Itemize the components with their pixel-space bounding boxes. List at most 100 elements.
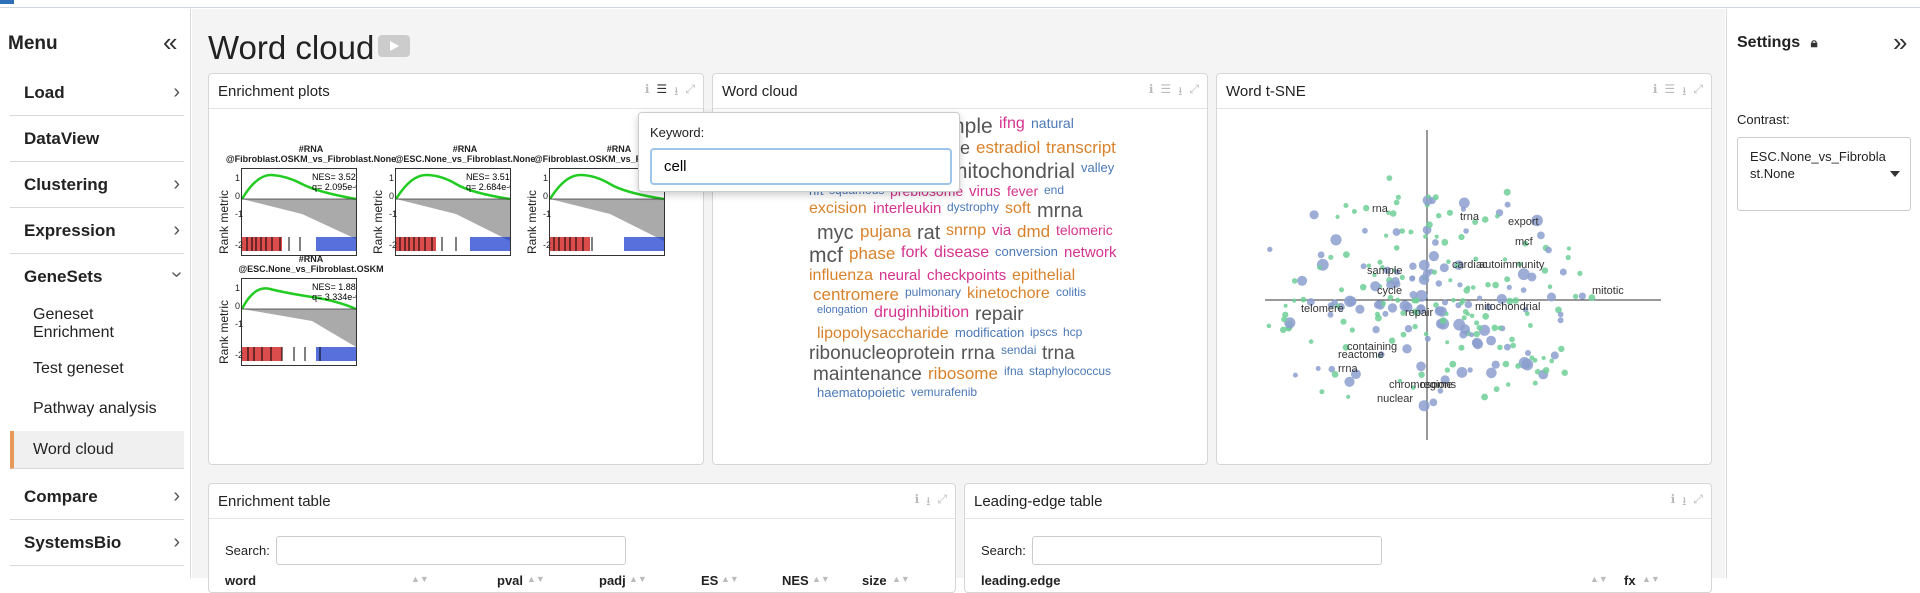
sort-icon[interactable]: ▲▼: [629, 574, 647, 584]
download-icon[interactable]: ⭳: [1178, 82, 1182, 103]
info-icon[interactable]: ℹ: [1653, 82, 1658, 103]
cloud-word[interactable]: vemurafenib: [911, 386, 977, 398]
column-header-padj[interactable]: padj: [599, 573, 626, 588]
sidebar-item-load[interactable]: Load ›: [10, 70, 184, 116]
download-icon[interactable]: ⭳: [674, 82, 678, 103]
cloud-word[interactable]: dystrophy: [947, 201, 999, 213]
cloud-word[interactable]: trna: [1042, 344, 1075, 363]
cloud-word[interactable]: centromere: [813, 286, 899, 303]
expand-icon[interactable]: ⤢: [685, 82, 695, 103]
column-header-word[interactable]: word: [225, 573, 256, 588]
sort-icon[interactable]: ▲▼: [892, 574, 910, 584]
cloud-word[interactable]: interleukin: [873, 201, 941, 216]
cloud-word[interactable]: transcript: [1046, 139, 1116, 156]
expand-icon[interactable]: ⤢: [1189, 82, 1199, 103]
info-icon[interactable]: ℹ: [915, 492, 920, 513]
expand-icon[interactable]: ⤢: [1693, 492, 1703, 513]
cloud-word[interactable]: myc: [817, 223, 854, 243]
download-icon[interactable]: ⭳: [1682, 492, 1686, 513]
collapse-settings-icon[interactable]: »: [1893, 27, 1907, 58]
sort-icon[interactable]: ▲▼: [1590, 574, 1608, 584]
sort-icon[interactable]: ▲▼: [1642, 574, 1660, 584]
cloud-word[interactable]: druginhibition: [874, 305, 969, 321]
cloud-word[interactable]: fork: [901, 245, 928, 261]
expand-icon[interactable]: ⤢: [1693, 82, 1703, 103]
cloud-word[interactable]: repair: [975, 305, 1024, 324]
menu-icon[interactable]: ☰: [1664, 82, 1675, 103]
cloud-word[interactable]: pujana: [860, 223, 911, 240]
sort-icon[interactable]: ▲▼: [721, 574, 739, 584]
info-icon[interactable]: ℹ: [1671, 492, 1676, 513]
cloud-word[interactable]: staphylococcus: [1029, 365, 1111, 377]
cloud-word[interactable]: ribosome: [928, 365, 998, 382]
cloud-word[interactable]: excision: [809, 201, 867, 217]
cloud-word[interactable]: phase: [849, 245, 895, 262]
keyword-input[interactable]: [650, 148, 952, 185]
cloud-word[interactable]: ribonucleoprotein: [809, 344, 955, 363]
cloud-word[interactable]: elongation: [817, 305, 868, 316]
cloud-word[interactable]: end: [1044, 184, 1064, 196]
contrast-select[interactable]: ESC.None_vs_Fibroblast.None: [1737, 137, 1911, 211]
leading-edge-search-input[interactable]: [1032, 536, 1382, 565]
info-icon[interactable]: ℹ: [645, 82, 650, 103]
sidebar-item-dataview[interactable]: DataView: [10, 116, 184, 162]
cloud-word[interactable]: checkpoints: [927, 268, 1006, 283]
cloud-word[interactable]: haematopoietic: [817, 386, 905, 399]
cloud-word[interactable]: mcf: [809, 245, 843, 266]
menu-icon[interactable]: ☰: [656, 82, 667, 103]
cloud-word[interactable]: maintenance: [813, 365, 922, 384]
cloud-word[interactable]: natural: [1031, 116, 1074, 130]
cloud-word[interactable]: mitochondrial: [950, 161, 1075, 182]
sidebar-item-clustering[interactable]: Clustering ›: [10, 162, 184, 208]
cloud-word[interactable]: colitis: [1056, 286, 1086, 298]
cloud-word[interactable]: mrna: [1037, 201, 1083, 221]
play-tour-button[interactable]: [378, 35, 410, 57]
cloud-word[interactable]: influenza: [809, 268, 873, 284]
cloud-word[interactable]: telomeric: [1056, 223, 1113, 237]
cloud-word[interactable]: estradiol: [976, 139, 1040, 156]
sidebar-item-compare[interactable]: Compare ›: [10, 474, 184, 520]
info-icon[interactable]: ℹ: [1149, 82, 1154, 103]
download-icon[interactable]: ⭳: [1682, 82, 1686, 103]
cloud-word[interactable]: ifna: [1004, 365, 1023, 377]
cloud-word[interactable]: via: [992, 223, 1011, 238]
cloud-word[interactable]: hcp: [1063, 326, 1082, 338]
sidebar-item-genesets[interactable]: GeneSets ›: [10, 254, 188, 300]
cloud-word[interactable]: fever: [1007, 184, 1038, 198]
cloud-word[interactable]: valley: [1081, 161, 1114, 174]
column-header-pval[interactable]: pval: [497, 573, 523, 588]
cloud-word[interactable]: neural: [879, 268, 921, 283]
column-header-size[interactable]: size: [862, 573, 887, 588]
cloud-word[interactable]: network: [1064, 245, 1117, 260]
sidebar-item-expression[interactable]: Expression ›: [10, 208, 184, 254]
column-header-fx[interactable]: fx: [1624, 573, 1636, 588]
cloud-word[interactable]: conversion: [995, 245, 1058, 258]
sidebar-subitem-test-geneset[interactable]: Test geneset: [10, 352, 184, 386]
sort-icon[interactable]: ▲▼: [411, 574, 429, 584]
cloud-word[interactable]: snrnp: [946, 223, 986, 239]
cloud-word[interactable]: ifng: [999, 116, 1025, 132]
cloud-word[interactable]: soft: [1005, 201, 1031, 217]
cloud-word[interactable]: disease: [934, 245, 989, 261]
lock-icon[interactable]: 🔒︎: [1811, 35, 1818, 50]
cloud-word[interactable]: rrna: [961, 344, 995, 363]
sort-icon[interactable]: ▲▼: [527, 574, 545, 584]
sidebar-subitem-pathway-analysis[interactable]: Pathway analysis: [10, 392, 184, 426]
cloud-word[interactable]: virus: [969, 184, 1001, 199]
download-icon[interactable]: ⭳: [926, 492, 930, 513]
cloud-word[interactable]: kinetochore: [967, 286, 1050, 302]
column-header-nes[interactable]: NES: [782, 573, 809, 588]
collapse-menu-icon[interactable]: «: [163, 27, 177, 58]
expand-icon[interactable]: ⤢: [937, 492, 947, 513]
cloud-word[interactable]: lipopolysaccharide: [817, 326, 949, 342]
cloud-word[interactable]: sendai: [1001, 344, 1036, 356]
sidebar-subitem-word-cloud[interactable]: Word cloud: [10, 431, 184, 469]
sort-icon[interactable]: ▲▼: [812, 574, 830, 584]
cloud-word[interactable]: dmd: [1017, 223, 1050, 240]
enrichment-search-input[interactable]: [276, 536, 626, 565]
column-header-es[interactable]: ES: [701, 573, 718, 588]
sidebar-subitem-geneset-enrichment[interactable]: Geneset Enrichment: [10, 300, 184, 348]
menu-icon[interactable]: ☰: [1160, 82, 1171, 103]
cloud-word[interactable]: ipscs: [1030, 326, 1057, 338]
sidebar-item-systemsbio[interactable]: SystemsBio ›: [10, 520, 184, 566]
